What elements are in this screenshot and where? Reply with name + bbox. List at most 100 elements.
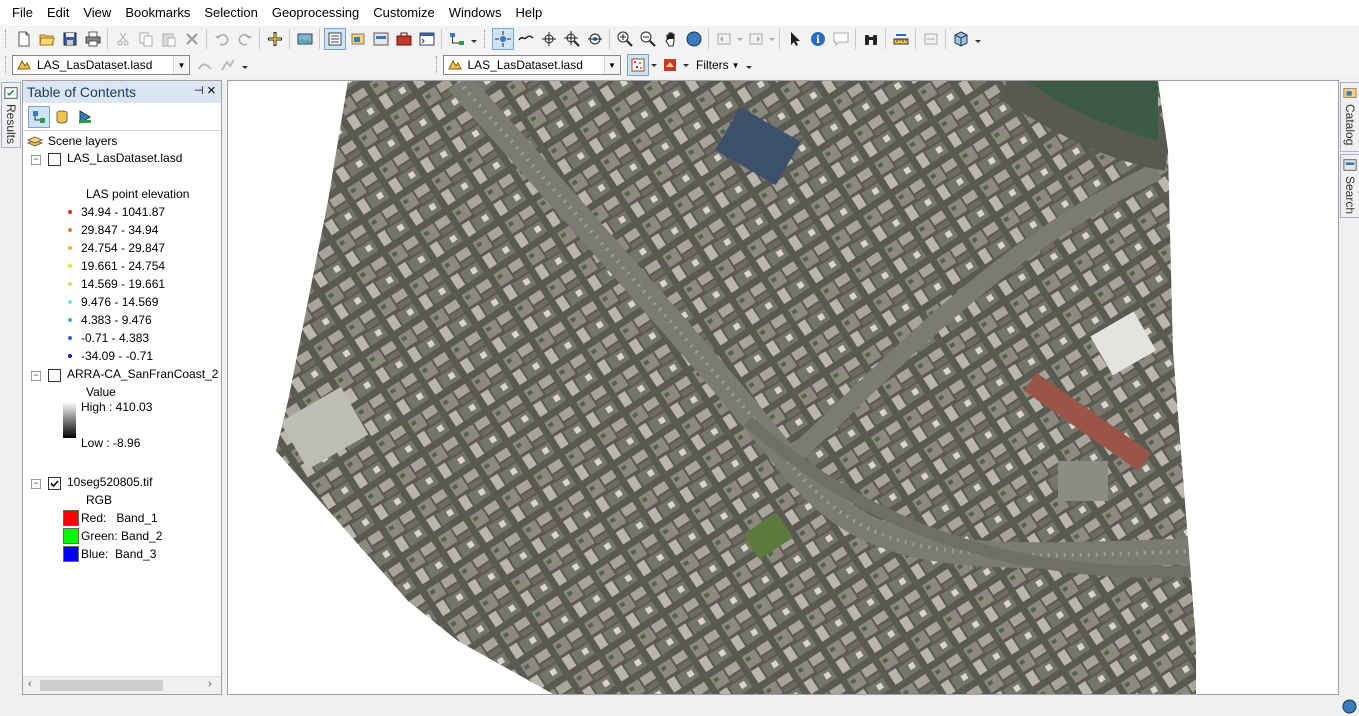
zoom-out-icon[interactable]: [637, 28, 659, 50]
las-profile-disabled-icon[interactable]: [217, 54, 239, 76]
chevron-down-icon[interactable]: ▼: [173, 56, 189, 74]
dropdown-arrow-icon[interactable]: [736, 28, 744, 50]
list-by-drawing-order-icon[interactable]: [27, 106, 50, 128]
open-folder-icon[interactable]: [36, 28, 58, 50]
band-label: Red: Band_1: [81, 511, 158, 525]
zoom-in-icon[interactable]: [614, 28, 636, 50]
point-symbology-icon[interactable]: [626, 54, 649, 76]
toc-window-icon[interactable]: [323, 28, 346, 50]
scrollbar-thumb[interactable]: [40, 680, 163, 691]
search-side-tab[interactable]: Search: [1340, 154, 1359, 218]
navigate-icon[interactable]: [491, 28, 514, 50]
toc-toolbar: [23, 104, 221, 131]
pin-icon[interactable]: ⊣: [194, 84, 204, 97]
menu-edit[interactable]: Edit: [40, 0, 76, 26]
menu-file[interactable]: File: [0, 0, 40, 26]
toolbar-overflow-icon[interactable]: [469, 28, 479, 50]
las-dataset-icon: [17, 59, 31, 70]
find-binoculars-icon[interactable]: [860, 28, 882, 50]
add-data-icon[interactable]: [264, 28, 286, 50]
print-icon[interactable]: [82, 28, 104, 50]
save-icon[interactable]: [59, 28, 81, 50]
close-icon[interactable]: ×: [207, 82, 216, 99]
scene-layers-label: Scene layers: [48, 134, 118, 148]
chevron-down-icon[interactable]: ▼: [603, 56, 620, 74]
toolbar-grip[interactable]: [435, 56, 440, 74]
dropdown-arrow-icon[interactable]: [682, 54, 690, 76]
cut-icon[interactable]: [112, 28, 134, 50]
legend-class-swatch: [68, 246, 72, 250]
next-extent-icon[interactable]: [745, 28, 767, 50]
arctoolbox-icon[interactable]: [393, 28, 415, 50]
legend-class-label: -34.09 - -0.71: [81, 349, 154, 363]
scroll-left-icon[interactable]: ‹: [28, 678, 32, 690]
3d-effects-cube-icon[interactable]: [950, 28, 972, 50]
select-elements-icon[interactable]: [784, 28, 806, 50]
layer-name-las[interactable]: LAS_LasDataset.lasd: [67, 149, 182, 167]
copy-icon[interactable]: [135, 28, 157, 50]
layer-select-combo-left[interactable]: LAS_LasDataset.lasd ▼: [12, 55, 190, 75]
identify-icon[interactable]: i: [807, 28, 829, 50]
pan-hand-icon[interactable]: [660, 28, 682, 50]
scroll-right-icon[interactable]: ›: [208, 678, 212, 690]
las-tool-disabled-icon[interactable]: [194, 54, 216, 76]
layer-visibility-checkbox[interactable]: [48, 477, 61, 490]
menu-selection[interactable]: Selection: [197, 0, 264, 26]
measure-icon[interactable]: [890, 28, 912, 50]
python-window-icon[interactable]: [416, 28, 438, 50]
menu-help[interactable]: Help: [508, 0, 549, 26]
search-tab-label: Search: [1343, 176, 1357, 215]
list-by-visibility-icon[interactable]: [74, 106, 96, 128]
list-by-source-icon[interactable]: [51, 106, 73, 128]
redo-icon[interactable]: [234, 28, 256, 50]
delete-icon[interactable]: [181, 28, 203, 50]
scene-map-view[interactable]: [227, 80, 1339, 695]
menu-geoprocessing[interactable]: Geoprocessing: [265, 0, 366, 26]
collapse-toggle[interactable]: −: [31, 155, 41, 165]
undo-icon[interactable]: [211, 28, 233, 50]
separator: [855, 29, 856, 49]
time-slider-icon[interactable]: [920, 28, 942, 50]
full-extent-globe-icon[interactable]: [683, 28, 705, 50]
catalog-icon: [1343, 88, 1357, 98]
layer-visibility-checkbox[interactable]: [48, 153, 61, 166]
new-document-icon[interactable]: [13, 28, 35, 50]
previous-extent-icon[interactable]: [713, 28, 735, 50]
menu-bookmarks[interactable]: Bookmarks: [118, 0, 197, 26]
legend-class-swatch: [68, 264, 72, 268]
toolbar-grip[interactable]: [5, 56, 9, 74]
filters-dropdown[interactable]: Filters ▼: [696, 58, 740, 72]
layer-name-tif[interactable]: 10seg520805.tif: [67, 473, 152, 491]
layer-select-combo-mid[interactable]: LAS_LasDataset.lasd ▼: [442, 55, 621, 75]
toolbar-grip[interactable]: [484, 30, 488, 48]
fly-icon[interactable]: [515, 28, 537, 50]
menu-view[interactable]: View: [76, 0, 118, 26]
collapse-toggle[interactable]: −: [31, 371, 41, 381]
layer-name-dem[interactable]: ARRA-CA_SanFranCoast_2010: [67, 365, 219, 383]
surface-symbology-icon[interactable]: [659, 54, 681, 76]
legend-class-swatch: [68, 300, 72, 304]
catalog-side-tab[interactable]: Catalog: [1340, 82, 1359, 152]
search-window-icon[interactable]: [370, 28, 392, 50]
toc-horizontal-scrollbar[interactable]: ‹ ›: [23, 676, 221, 694]
menu-customize[interactable]: Customize: [366, 0, 441, 26]
model-builder-icon[interactable]: [446, 28, 468, 50]
set-observer-icon[interactable]: [584, 28, 606, 50]
toolbar-grip[interactable]: [5, 30, 9, 48]
paste-icon[interactable]: [158, 28, 180, 50]
zoom-to-target-icon[interactable]: [561, 28, 583, 50]
target-center-icon[interactable]: [538, 28, 560, 50]
dropdown-arrow-icon[interactable]: [650, 54, 658, 76]
results-side-tab[interactable]: Results: [1, 82, 21, 148]
toolbar-overflow-icon[interactable]: [240, 54, 250, 76]
catalog-window-icon[interactable]: [347, 28, 369, 50]
legend-class-label: 4.383 - 9.476: [81, 313, 152, 327]
layer-visibility-checkbox[interactable]: [48, 369, 61, 382]
html-popup-icon[interactable]: [830, 28, 852, 50]
basemap-icon[interactable]: [294, 28, 316, 50]
collapse-toggle[interactable]: −: [31, 479, 41, 489]
menu-windows[interactable]: Windows: [442, 0, 509, 26]
dropdown-arrow-icon[interactable]: [768, 28, 776, 50]
toolbar-overflow-icon[interactable]: [744, 54, 754, 76]
toolbar-overflow-icon[interactable]: [973, 28, 983, 50]
